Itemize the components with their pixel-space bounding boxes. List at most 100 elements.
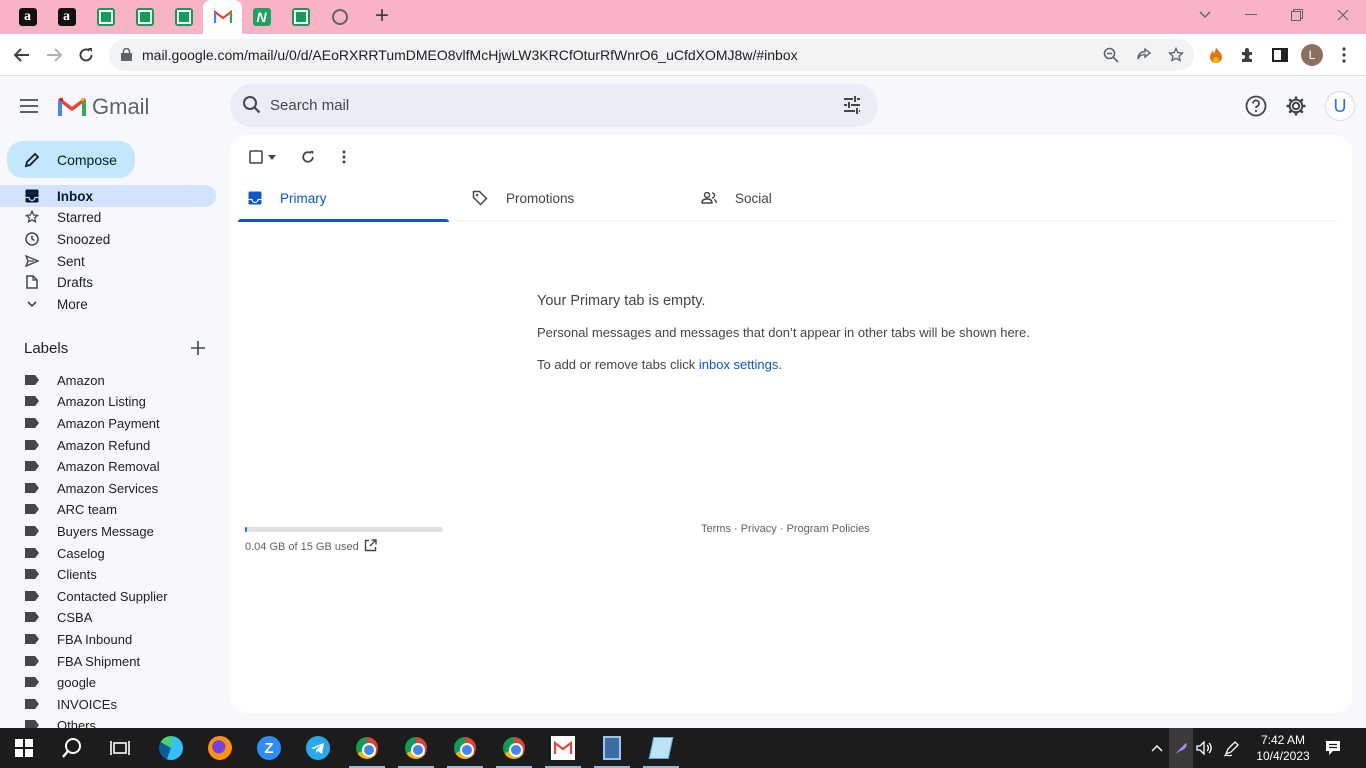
select-dropdown[interactable]	[266, 147, 278, 167]
manage-storage-link[interactable]	[364, 539, 377, 557]
label-item[interactable]: FBA Inbound	[0, 628, 132, 650]
sheets-icon	[174, 8, 193, 26]
taskbar-zoom[interactable]: Z	[245, 728, 293, 768]
tab-search-button[interactable]	[1182, 0, 1228, 30]
amazon-icon: a	[57, 8, 76, 26]
label-item[interactable]: INVOICEs	[0, 693, 117, 715]
task-view-button[interactable]	[96, 728, 144, 768]
taskbar-edge[interactable]	[147, 728, 195, 768]
taskbar-chrome[interactable]	[490, 728, 538, 768]
nav-item-drafts[interactable]: Drafts	[0, 271, 216, 293]
notification-icon	[1326, 741, 1340, 755]
address-bar[interactable]: mail.google.com/mail/u/0/d/AEoRXRRTumDME…	[109, 39, 1194, 71]
tray-pen-app[interactable]	[1169, 728, 1193, 768]
browser-tab-sheets[interactable]	[86, 0, 125, 34]
nav-item-sent[interactable]: Sent	[0, 250, 216, 272]
tab-primary[interactable]: Primary	[238, 175, 449, 222]
notifications-button[interactable]	[1321, 728, 1345, 768]
inbox-settings-link[interactable]: inbox settings	[699, 357, 779, 372]
minimize-button[interactable]	[1228, 0, 1274, 30]
nav-item-snoozed[interactable]: Snoozed	[0, 228, 216, 250]
label-item[interactable]: Buyers Message	[0, 520, 154, 542]
new-tab-button[interactable]: +	[371, 3, 393, 31]
share-icon[interactable]	[1134, 45, 1154, 65]
browser-tab-strip: a a N +	[0, 0, 1366, 34]
search-bar[interactable]: Search mail	[230, 84, 878, 127]
label-item[interactable]: Amazon Services	[0, 477, 158, 499]
close-window-button[interactable]	[1320, 0, 1366, 30]
side-panel-button[interactable]	[1265, 40, 1295, 70]
settings-button[interactable]	[1284, 94, 1308, 118]
refresh-button[interactable]	[298, 147, 318, 167]
tab-social[interactable]: Social	[701, 175, 921, 221]
label-item[interactable]: google	[0, 671, 96, 693]
nav-item-more[interactable]: More	[0, 293, 216, 315]
label-icon	[25, 440, 39, 450]
taskbar-telegram[interactable]	[294, 728, 342, 768]
back-button[interactable]	[7, 40, 37, 70]
main-menu-button[interactable]	[20, 93, 46, 119]
chrome-icon	[503, 737, 525, 759]
label-item[interactable]: Contacted Supplier	[0, 585, 168, 607]
taskbar-search-button[interactable]	[48, 728, 96, 768]
browser-tab-amazon[interactable]: a	[8, 0, 47, 34]
search-options-icon[interactable]	[842, 96, 862, 114]
zoom-icon[interactable]	[1101, 45, 1121, 65]
extension-fire-button[interactable]	[1201, 40, 1231, 70]
label-item[interactable]: Amazon	[0, 369, 105, 391]
taskbar-chrome[interactable]	[441, 728, 489, 768]
nav-item-starred[interactable]: Starred	[0, 206, 216, 228]
taskbar-gmail-app[interactable]	[539, 728, 587, 768]
browser-tab-sheets[interactable]	[281, 0, 320, 34]
search-input[interactable]: Search mail	[270, 97, 349, 114]
gmail-logo[interactable]: Gmail	[58, 94, 149, 120]
browser-tab-amazon[interactable]: a	[47, 0, 86, 34]
nav-item-inbox[interactable]: Inbox	[0, 185, 216, 207]
search-icon[interactable]	[242, 95, 262, 115]
pencil-icon	[24, 152, 40, 167]
create-label-button[interactable]	[191, 339, 205, 359]
label-item[interactable]: Amazon Listing	[0, 390, 146, 412]
show-hidden-icons-button[interactable]	[1145, 728, 1169, 768]
taskbar-calculator[interactable]	[588, 728, 636, 768]
compose-button[interactable]: Compose	[7, 141, 135, 178]
footer-links[interactable]: Terms · Privacy · Program Policies	[701, 523, 870, 535]
account-avatar[interactable]: U	[1325, 91, 1355, 121]
volume-button[interactable]	[1193, 728, 1217, 768]
label-item[interactable]: Amazon Refund	[0, 434, 150, 456]
tab-promotions[interactable]: Promotions	[472, 175, 692, 221]
label-item[interactable]: Caselog	[0, 542, 105, 564]
label-item[interactable]: Clients	[0, 563, 97, 585]
browser-tab-gmail[interactable]	[203, 0, 242, 34]
taskbar-notepad[interactable]	[637, 728, 685, 768]
arrow-right-icon	[47, 48, 62, 62]
label-item[interactable]: Amazon Removal	[0, 455, 160, 477]
nav-item-label: Snoozed	[57, 231, 111, 247]
restore-button[interactable]	[1274, 0, 1320, 30]
reload-button[interactable]	[71, 40, 101, 70]
more-actions-button[interactable]	[334, 147, 354, 167]
label-item[interactable]: FBA Shipment	[0, 650, 140, 672]
browser-tab-sheets[interactable]	[164, 0, 203, 34]
browser-tab-nw[interactable]: N	[242, 0, 281, 34]
send-icon	[24, 253, 40, 269]
chevron-down-icon	[24, 296, 40, 312]
browser-menu-button[interactable]	[1329, 40, 1359, 70]
bookmark-star-icon[interactable]	[1166, 45, 1186, 65]
label-item[interactable]: CSBA	[0, 606, 92, 628]
start-button[interactable]	[0, 728, 48, 768]
extensions-button[interactable]	[1233, 40, 1263, 70]
pen-workspace-button[interactable]	[1220, 728, 1244, 768]
browser-profile-avatar[interactable]: L	[1301, 44, 1323, 66]
taskbar-firefox[interactable]	[196, 728, 244, 768]
taskbar-clock[interactable]: 7:42 AM 10/4/2023	[1245, 732, 1321, 764]
taskbar-chrome[interactable]	[392, 728, 440, 768]
browser-tab-sheets[interactable]	[125, 0, 164, 34]
forward-button[interactable]	[39, 40, 69, 70]
browser-tab-globe[interactable]	[320, 0, 359, 34]
select-all-checkbox[interactable]	[246, 147, 266, 167]
support-button[interactable]	[1244, 94, 1268, 118]
label-item[interactable]: Amazon Payment	[0, 412, 160, 434]
label-item[interactable]: ARC team	[0, 498, 117, 520]
taskbar-chrome[interactable]	[343, 728, 391, 768]
